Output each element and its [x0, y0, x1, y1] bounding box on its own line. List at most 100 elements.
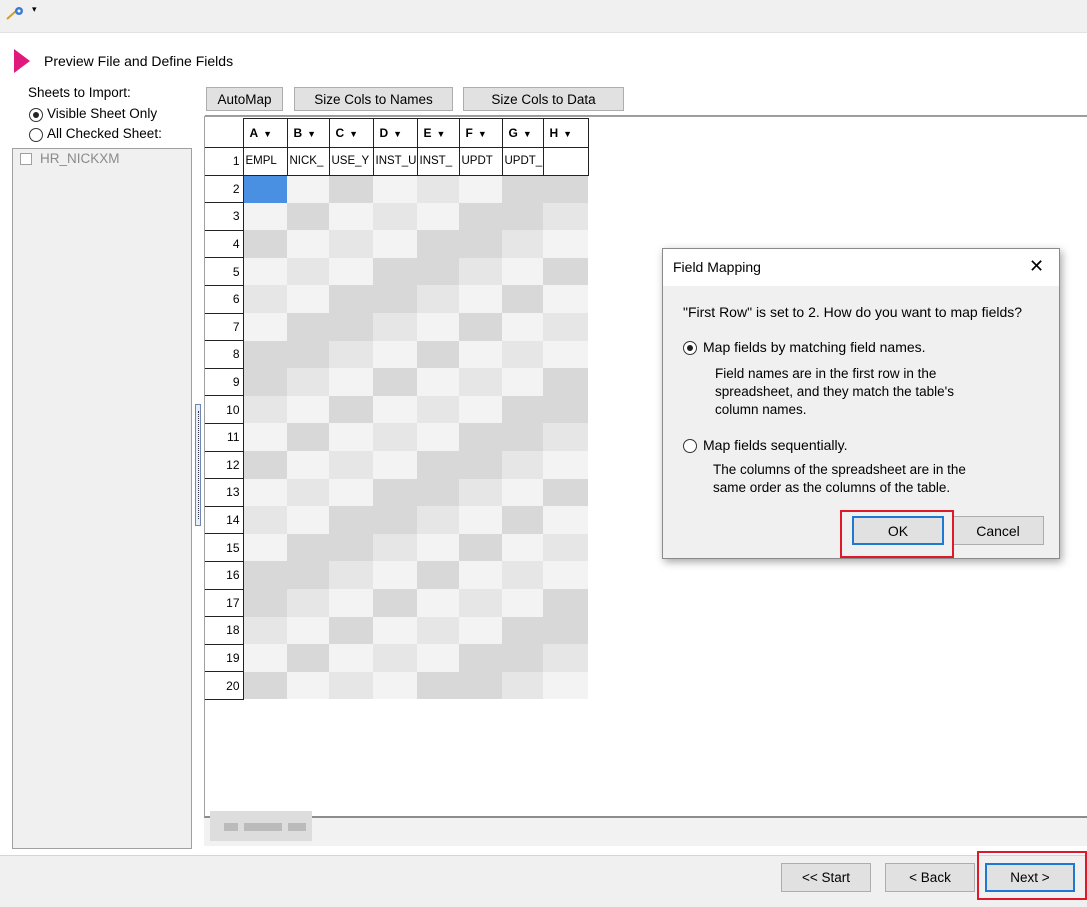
grid-cell[interactable]	[502, 395, 543, 424]
grid-cell[interactable]	[417, 506, 459, 534]
grid-cell[interactable]	[459, 202, 502, 231]
radio-map-sequentially[interactable]: Map fields sequentially.	[683, 437, 1043, 457]
grid-cell[interactable]	[417, 589, 459, 617]
grid-cell[interactable]	[373, 368, 417, 396]
grid-cell[interactable]	[373, 644, 417, 672]
grid-cell[interactable]	[417, 478, 459, 507]
grid-cell[interactable]	[373, 478, 417, 507]
grid-cell[interactable]	[373, 423, 417, 452]
grid-cell[interactable]	[287, 561, 329, 589]
radio-match-field-names[interactable]: Map fields by matching field names.	[683, 339, 1043, 359]
grid-cell[interactable]	[417, 671, 459, 700]
grid-cell[interactable]	[502, 230, 543, 258]
field-name-cell[interactable]: INST_U	[372, 147, 418, 176]
dropdown-arrow-icon[interactable]: ▼	[478, 129, 487, 139]
grid-cell[interactable]	[373, 257, 417, 286]
grid-cell[interactable]	[417, 230, 459, 258]
grid-cell[interactable]	[329, 257, 373, 286]
grid-cell[interactable]	[417, 616, 459, 645]
grid-cell[interactable]	[459, 395, 502, 424]
panel-splitter-handle[interactable]	[195, 404, 201, 526]
grid-cell[interactable]	[543, 423, 588, 452]
grid-cell[interactable]	[417, 285, 459, 314]
grid-cell[interactable]	[287, 533, 329, 562]
grid-cell[interactable]	[287, 423, 329, 452]
grid-cell[interactable]	[329, 616, 373, 645]
grid-cell[interactable]	[329, 313, 373, 341]
grid-cell[interactable]	[243, 478, 287, 507]
grid-cell[interactable]	[329, 175, 373, 203]
horizontal-scrollbar[interactable]	[204, 818, 1087, 846]
field-name-cell[interactable]	[542, 147, 589, 176]
column-header[interactable]: H ▼	[542, 118, 589, 148]
grid-cell[interactable]	[243, 616, 287, 645]
wizard-wand-icon[interactable]	[6, 6, 28, 23]
grid-cell[interactable]	[502, 506, 543, 534]
dropdown-arrow-icon[interactable]: ▼	[349, 129, 358, 139]
sheet-checkbox[interactable]	[20, 153, 32, 165]
column-header[interactable]: G ▼	[501, 118, 544, 148]
column-header[interactable]: E ▼	[416, 118, 460, 148]
grid-cell[interactable]	[287, 506, 329, 534]
column-header[interactable]: D ▼	[372, 118, 418, 148]
sheet-list-item[interactable]: HR_NICKXM	[40, 151, 120, 166]
grid-cell[interactable]	[459, 616, 502, 645]
radio-selected-icon[interactable]	[683, 341, 697, 355]
grid-cell[interactable]	[243, 313, 287, 341]
grid-cell[interactable]	[417, 451, 459, 479]
radio-all-checked-sheets[interactable]: All Checked Sheet:	[28, 126, 198, 144]
grid-cell[interactable]	[329, 478, 373, 507]
grid-cell[interactable]	[502, 285, 543, 314]
grid-cell[interactable]	[459, 257, 502, 286]
grid-cell[interactable]	[329, 340, 373, 369]
grid-cell[interactable]	[243, 589, 287, 617]
grid-cell[interactable]	[287, 175, 329, 203]
grid-cell[interactable]	[459, 285, 502, 314]
grid-cell[interactable]	[417, 533, 459, 562]
grid-cell[interactable]	[459, 561, 502, 589]
field-name-cell[interactable]: NICK_	[286, 147, 330, 176]
grid-cell[interactable]	[502, 423, 543, 452]
grid-cell[interactable]	[373, 230, 417, 258]
grid-cell[interactable]	[329, 533, 373, 562]
field-name-cell[interactable]: INST_	[416, 147, 460, 176]
grid-cell[interactable]	[543, 451, 588, 479]
grid-cell[interactable]	[243, 423, 287, 452]
grid-cell[interactable]	[459, 230, 502, 258]
grid-cell[interactable]	[329, 395, 373, 424]
grid-cell[interactable]	[243, 202, 287, 231]
grid-cell[interactable]	[243, 395, 287, 424]
grid-cell[interactable]	[287, 644, 329, 672]
grid-cell[interactable]	[417, 644, 459, 672]
grid-cell[interactable]	[329, 561, 373, 589]
grid-cell[interactable]	[459, 313, 502, 341]
grid-cell[interactable]	[243, 340, 287, 369]
grid-cell[interactable]	[459, 533, 502, 562]
column-header[interactable]: C ▼	[328, 118, 374, 148]
grid-cell[interactable]	[543, 368, 588, 396]
grid-cell[interactable]	[543, 506, 588, 534]
grid-cell[interactable]	[543, 340, 588, 369]
grid-cell[interactable]	[329, 671, 373, 700]
grid-cell[interactable]	[287, 671, 329, 700]
grid-cell[interactable]	[459, 671, 502, 700]
grid-cell[interactable]	[287, 340, 329, 369]
grid-cell[interactable]	[287, 230, 329, 258]
grid-cell[interactable]	[459, 506, 502, 534]
grid-cell[interactable]	[543, 230, 588, 258]
grid-cell[interactable]	[329, 423, 373, 452]
radio-visible-sheet-only[interactable]: Visible Sheet Only	[28, 106, 198, 124]
dropdown-arrow-icon[interactable]: ▼	[563, 129, 572, 139]
grid-cell[interactable]	[329, 506, 373, 534]
field-name-cell[interactable]: UPDT	[458, 147, 503, 176]
grid-cell[interactable]	[373, 561, 417, 589]
grid-cell[interactable]	[459, 368, 502, 396]
grid-cell[interactable]	[502, 202, 543, 231]
grid-cell[interactable]	[502, 451, 543, 479]
grid-cell[interactable]	[502, 340, 543, 369]
grid-cell[interactable]	[543, 395, 588, 424]
grid-cell[interactable]	[329, 230, 373, 258]
grid-cell[interactable]	[543, 285, 588, 314]
grid-cell[interactable]	[417, 340, 459, 369]
column-header[interactable]: B ▼	[286, 118, 330, 148]
